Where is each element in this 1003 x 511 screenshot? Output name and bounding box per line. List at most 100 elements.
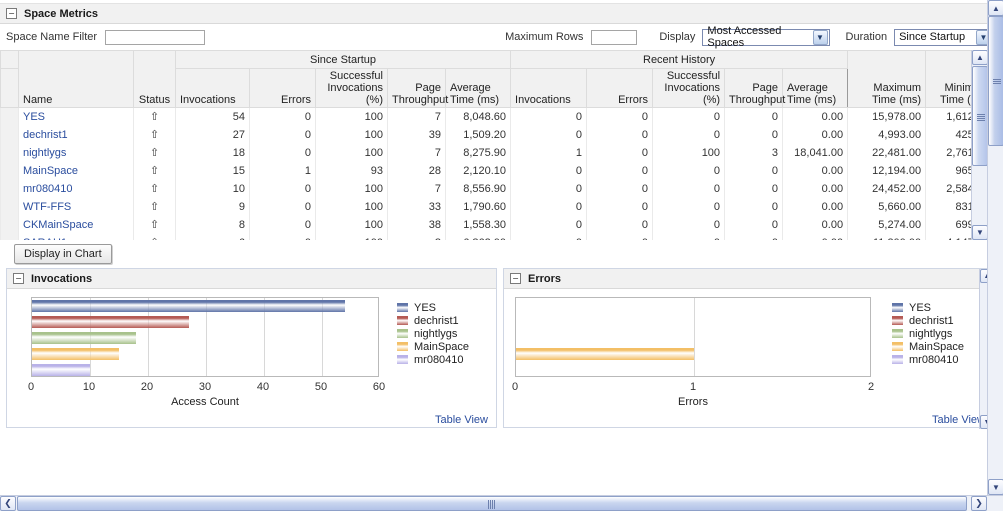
row-gutter-cell — [0, 162, 19, 180]
col-header-ss-invocations[interactable]: Invocations — [175, 68, 250, 108]
chart-bar[interactable] — [32, 348, 119, 360]
cell-name[interactable]: MainSpace — [18, 162, 134, 180]
cell-ss-average-time: 2,120.10 — [444, 162, 512, 180]
space-name-link[interactable]: MainSpace — [23, 165, 78, 177]
space-name-link[interactable]: mr080410 — [23, 183, 73, 195]
legend-label: MainSpace — [909, 340, 965, 353]
chart-x-tick: 20 — [140, 381, 154, 393]
chart-bar[interactable] — [32, 300, 346, 312]
table-row[interactable]: nightlygs ⇧ 18 0 100 7 8,275.90 1 0 100 3 18,041.00… — [0, 144, 987, 162]
space-name-filter-input[interactable] — [105, 29, 206, 45]
chart-bar[interactable] — [32, 332, 137, 344]
col-header-rh-average-time[interactable]: Average Time (ms) — [782, 68, 849, 108]
errors-table-view-link[interactable]: Table View — [932, 414, 985, 426]
cell-maximum-time: 12,194.00 — [847, 162, 927, 180]
errors-chart-body: 0 1 2 Errors YES dechrist1 nightlygs MainSpac… — [504, 289, 993, 428]
cell-name[interactable]: CKMainSpace — [18, 216, 134, 234]
table-scroll-thumb[interactable] — [972, 66, 987, 166]
cell-maximum-time: 15,978.00 — [847, 107, 927, 126]
col-header-rh-invocations[interactable]: Invocations — [510, 68, 588, 108]
legend-item[interactable]: dechrist1 — [397, 314, 469, 327]
space-name-link[interactable]: nightlygs — [23, 147, 66, 159]
space-name-link[interactable]: YES — [23, 111, 45, 123]
legend-swatch-icon — [397, 342, 408, 351]
col-header-rh-successful-invocations[interactable]: Successful Invocations (%) — [652, 68, 726, 108]
table-row[interactable]: mr080410 ⇧ 10 0 100 7 8,556.90 0 0 0 0 0.00 24,452.0… — [0, 180, 987, 198]
col-header-ss-page-throughput[interactable]: Page Throughput — [387, 68, 448, 108]
invocations-table-view-link[interactable]: Table View — [435, 414, 488, 426]
page-scroll-thumb[interactable] — [988, 16, 1003, 146]
legend-item[interactable]: nightlygs — [892, 327, 964, 340]
errors-chart-header: − Errors — [504, 269, 993, 289]
cell-rh-successful: 0 — [652, 107, 726, 126]
scroll-up-icon[interactable]: ▲ — [972, 50, 987, 65]
cell-ss-invocations: 15 — [175, 162, 250, 180]
table-row[interactable]: YES ⇧ 54 0 100 7 8,048.60 0 0 0 0 0.00 15,978.00 1,61… — [0, 107, 987, 126]
cell-name[interactable]: YES — [18, 107, 134, 126]
scroll-grip-icon — [977, 114, 985, 121]
maximum-rows-input[interactable] — [591, 29, 638, 45]
duration-select[interactable]: Since Startup ▼ — [894, 28, 993, 46]
legend-label: MainSpace — [414, 340, 470, 353]
legend-item[interactable]: nightlygs — [397, 327, 469, 340]
chart-x-tick: 1 — [689, 381, 697, 393]
cell-rh-page-throughput: 3 — [724, 144, 784, 162]
status-up-icon: ⇧ — [133, 234, 176, 240]
cell-name[interactable]: nightlygs — [18, 144, 134, 162]
cell-ss-average-time: 8,048.60 — [444, 107, 512, 126]
rh-pt-l2: Throughput — [729, 94, 786, 106]
space-name-link[interactable]: WTF-FFS — [23, 201, 71, 213]
chart-bar[interactable] — [516, 348, 694, 360]
ss-pt-l1: Page — [415, 82, 441, 94]
table-row[interactable]: SARAH1⇧6010086,862.0000000.0011,300.004,… — [0, 234, 987, 240]
row-gutter-header — [0, 50, 19, 69]
page-scroll-left-icon[interactable]: ❮ — [0, 496, 16, 511]
legend-item[interactable]: mr080410 — [892, 353, 964, 366]
display-in-chart-button[interactable]: Display in Chart — [14, 244, 112, 264]
legend-item[interactable]: MainSpace — [892, 340, 964, 353]
cell-name[interactable]: dechrist1 — [18, 126, 134, 144]
cell-name[interactable]: SARAH1 — [18, 234, 134, 240]
page-scroll-right-icon[interactable]: ❯ — [971, 496, 987, 511]
legend-item[interactable]: MainSpace — [397, 340, 469, 353]
table-row[interactable]: WTF-FFS⇧90100331,790.6000000.005,660.008… — [0, 198, 987, 216]
page-hscroll-thumb[interactable] — [17, 496, 967, 511]
chart-bar[interactable] — [32, 316, 189, 328]
space-name-link[interactable]: SARAH1 — [23, 237, 67, 240]
scroll-down-icon[interactable]: ▼ — [972, 225, 987, 240]
space-name-link[interactable]: CKMainSpace — [23, 219, 93, 231]
cell-name[interactable]: mr080410 — [18, 180, 134, 198]
col-header-rh-errors[interactable]: Errors — [586, 68, 654, 108]
table-vertical-scrollbar[interactable]: ▲ ▼ — [971, 50, 987, 240]
chart-bar[interactable] — [32, 364, 90, 376]
ss-avg-l1: Average — [450, 82, 491, 94]
legend-item[interactable]: YES — [397, 301, 469, 314]
collapse-toggle-icon[interactable]: − — [13, 273, 24, 284]
page-scroll-down-icon[interactable]: ▼ — [988, 479, 1003, 495]
page-vertical-scrollbar[interactable]: ▲ ▼ — [987, 0, 1003, 495]
col-header-rh-page-throughput[interactable]: Page Throughput — [724, 68, 786, 108]
table-row[interactable]: MainSpace ⇧ 15 1 93 28 2,120.10 0 0 0 0 0.00 12,194.… — [0, 162, 987, 180]
col-header-ss-errors[interactable]: Errors — [249, 68, 316, 108]
cell-ss-page-throughput: 7 — [387, 144, 446, 162]
display-select[interactable]: Most Accessed Spaces ▼ — [702, 25, 830, 49]
collapse-toggle-icon[interactable]: − — [6, 8, 17, 19]
page-scroll-track[interactable] — [988, 16, 1003, 479]
space-name-link[interactable]: dechrist1 — [23, 129, 68, 141]
legend-item[interactable]: dechrist1 — [892, 314, 964, 327]
legend-item[interactable]: mr080410 — [397, 353, 469, 366]
col-header-name[interactable]: Name — [18, 50, 134, 108]
page-scroll-up-icon[interactable]: ▲ — [988, 0, 1003, 16]
collapse-toggle-icon[interactable]: − — [510, 273, 521, 284]
table-row[interactable]: dechrist1 ⇧ 27 0 100 39 1,509.20 0 0 0 0 0.00 4,993.… — [0, 126, 987, 144]
col-header-ss-successful-invocations[interactable]: Successful Invocations (%) — [315, 68, 388, 108]
page-horizontal-scrollbar[interactable]: ❮ ❯ — [0, 495, 1003, 511]
table-row[interactable]: CKMainSpace ⇧ 8 0 100 38 1,558.30 0 0 0 0 0.00 5,274… — [0, 216, 987, 234]
cell-name[interactable]: WTF-FFS — [18, 198, 134, 216]
col-header-maximum-time[interactable]: Maximum Time (ms) — [847, 50, 927, 108]
col-header-ss-average-time[interactable]: Average Time (ms) — [444, 68, 512, 108]
col-header-status[interactable]: Status — [133, 50, 176, 108]
legend-item[interactable]: YES — [892, 301, 964, 314]
chevron-down-icon[interactable]: ▼ — [812, 29, 828, 45]
legend-swatch-icon — [892, 329, 903, 338]
